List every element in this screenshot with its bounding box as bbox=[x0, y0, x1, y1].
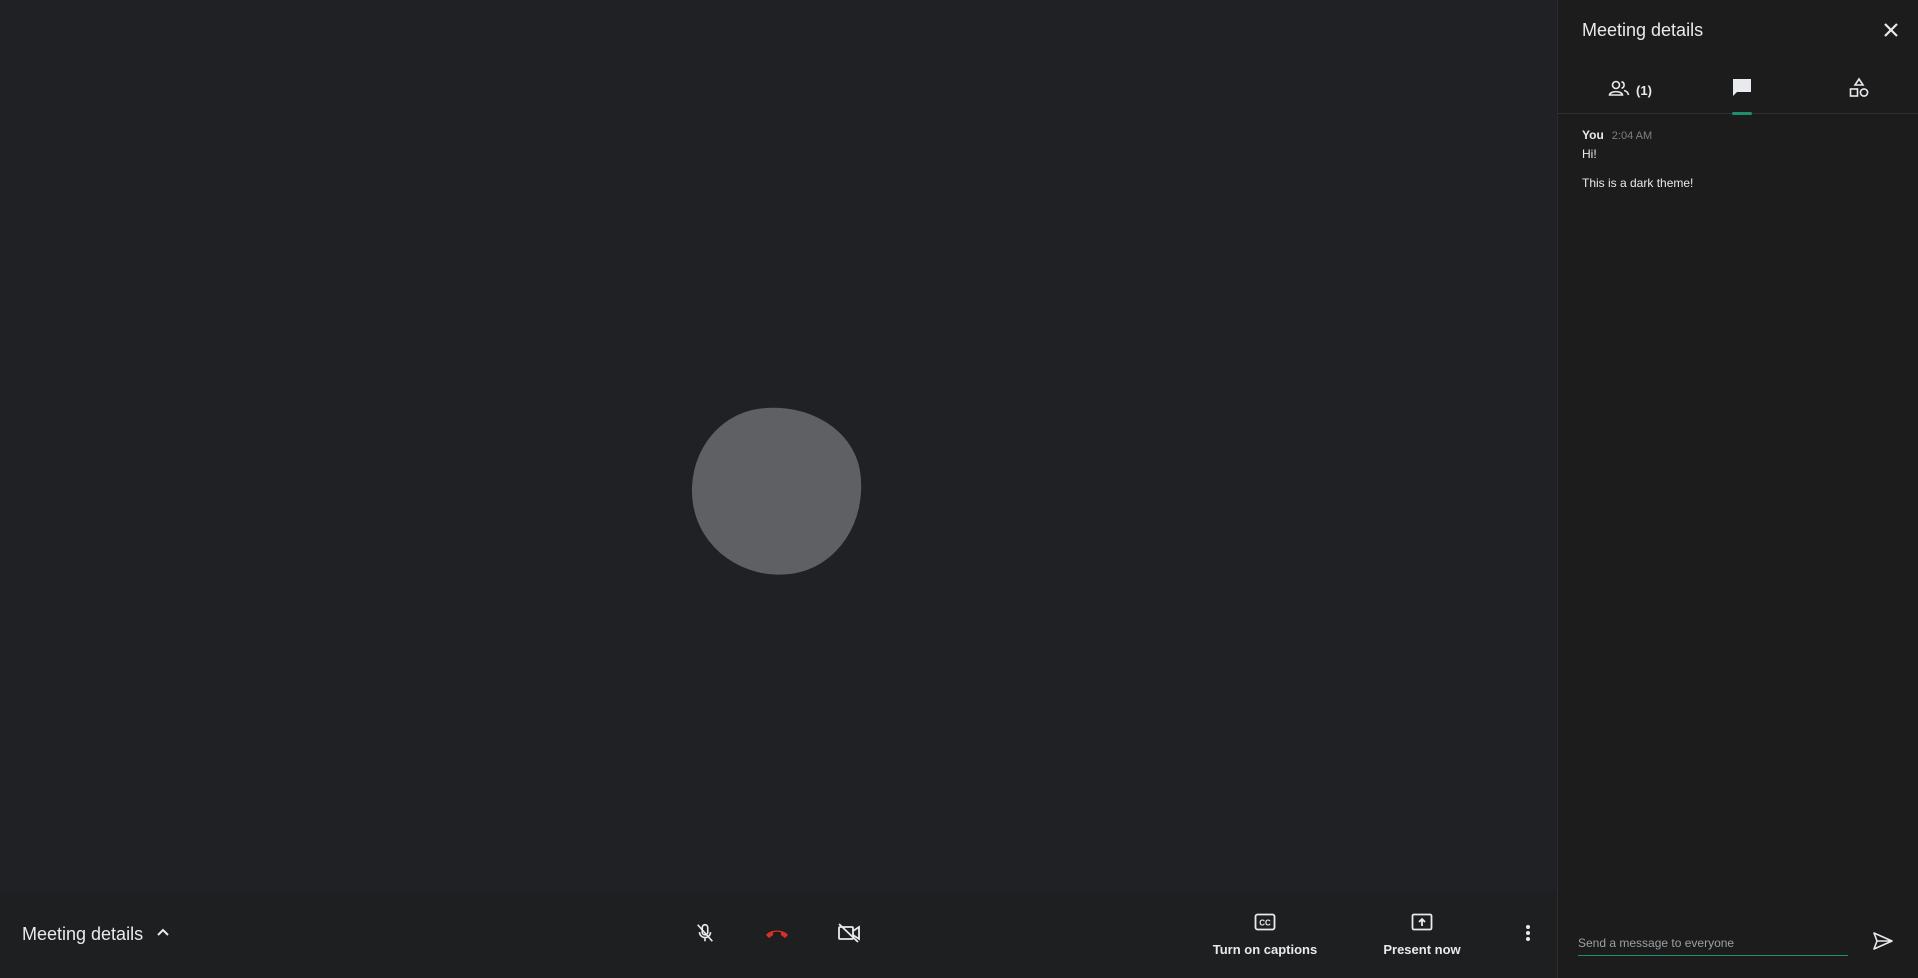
meeting-details-panel: Meeting details (1) You 2:04 AM Hi! This… bbox=[1557, 0, 1918, 978]
captions-label: Turn on captions bbox=[1212, 942, 1318, 957]
chat-message: You 2:04 AM Hi! This is a dark theme! bbox=[1582, 128, 1902, 190]
panel-title: Meeting details bbox=[1582, 20, 1704, 40]
chat-icon bbox=[1731, 77, 1753, 104]
close-panel-button[interactable] bbox=[1880, 21, 1902, 43]
send-icon bbox=[1872, 931, 1894, 956]
send-button[interactable] bbox=[1870, 930, 1896, 956]
meeting-details-toggle[interactable]: Meeting details bbox=[22, 891, 171, 978]
present-label: Present now bbox=[1383, 942, 1461, 957]
panel-tabs: (1) bbox=[1558, 66, 1918, 115]
message-input[interactable] bbox=[1578, 932, 1848, 954]
present-button[interactable]: Present now bbox=[1380, 905, 1464, 965]
activities-icon bbox=[1848, 77, 1870, 104]
captions-button[interactable]: CC Turn on captions bbox=[1208, 905, 1322, 965]
chat-messages: You 2:04 AM Hi! This is a dark theme! bbox=[1582, 128, 1902, 190]
svg-text:CC: CC bbox=[1259, 919, 1271, 928]
message-text: This is a dark theme! bbox=[1582, 176, 1694, 190]
bottom-bar: Meeting details CC Turn on captions Pres… bbox=[0, 891, 1557, 978]
close-icon bbox=[1883, 22, 1899, 43]
message-header: You 2:04 AM bbox=[1582, 128, 1902, 142]
meeting-details-label: Meeting details bbox=[22, 924, 144, 944]
camera-button[interactable] bbox=[827, 913, 871, 957]
people-count: (1) bbox=[1636, 82, 1652, 98]
participant-avatar bbox=[681, 395, 873, 587]
video-stage bbox=[0, 0, 1557, 891]
people-icon bbox=[1608, 79, 1630, 102]
chevron-up-icon bbox=[155, 924, 171, 945]
call-end-icon bbox=[764, 926, 790, 945]
more-vert-icon bbox=[1525, 924, 1531, 947]
active-tab-indicator bbox=[1732, 112, 1752, 115]
closed-caption-icon: CC bbox=[1254, 913, 1276, 936]
microphone-button[interactable] bbox=[683, 913, 727, 957]
hangup-button[interactable] bbox=[755, 913, 799, 957]
more-options-button[interactable] bbox=[1516, 915, 1540, 955]
present-to-all-icon bbox=[1411, 913, 1433, 936]
meet-app: Meeting details CC Turn on captions Pres… bbox=[0, 0, 1918, 978]
videocam-off-icon bbox=[837, 922, 861, 949]
tab-people[interactable]: (1) bbox=[1594, 66, 1666, 114]
message-compose bbox=[1578, 932, 1848, 956]
message-time: 2:04 AM bbox=[1611, 130, 1653, 142]
tab-activities[interactable] bbox=[1834, 66, 1884, 114]
message-author: You bbox=[1582, 128, 1604, 142]
tab-chat[interactable] bbox=[1717, 66, 1767, 115]
mic-off-icon bbox=[694, 922, 716, 949]
message-text: Hi! bbox=[1582, 147, 1597, 161]
